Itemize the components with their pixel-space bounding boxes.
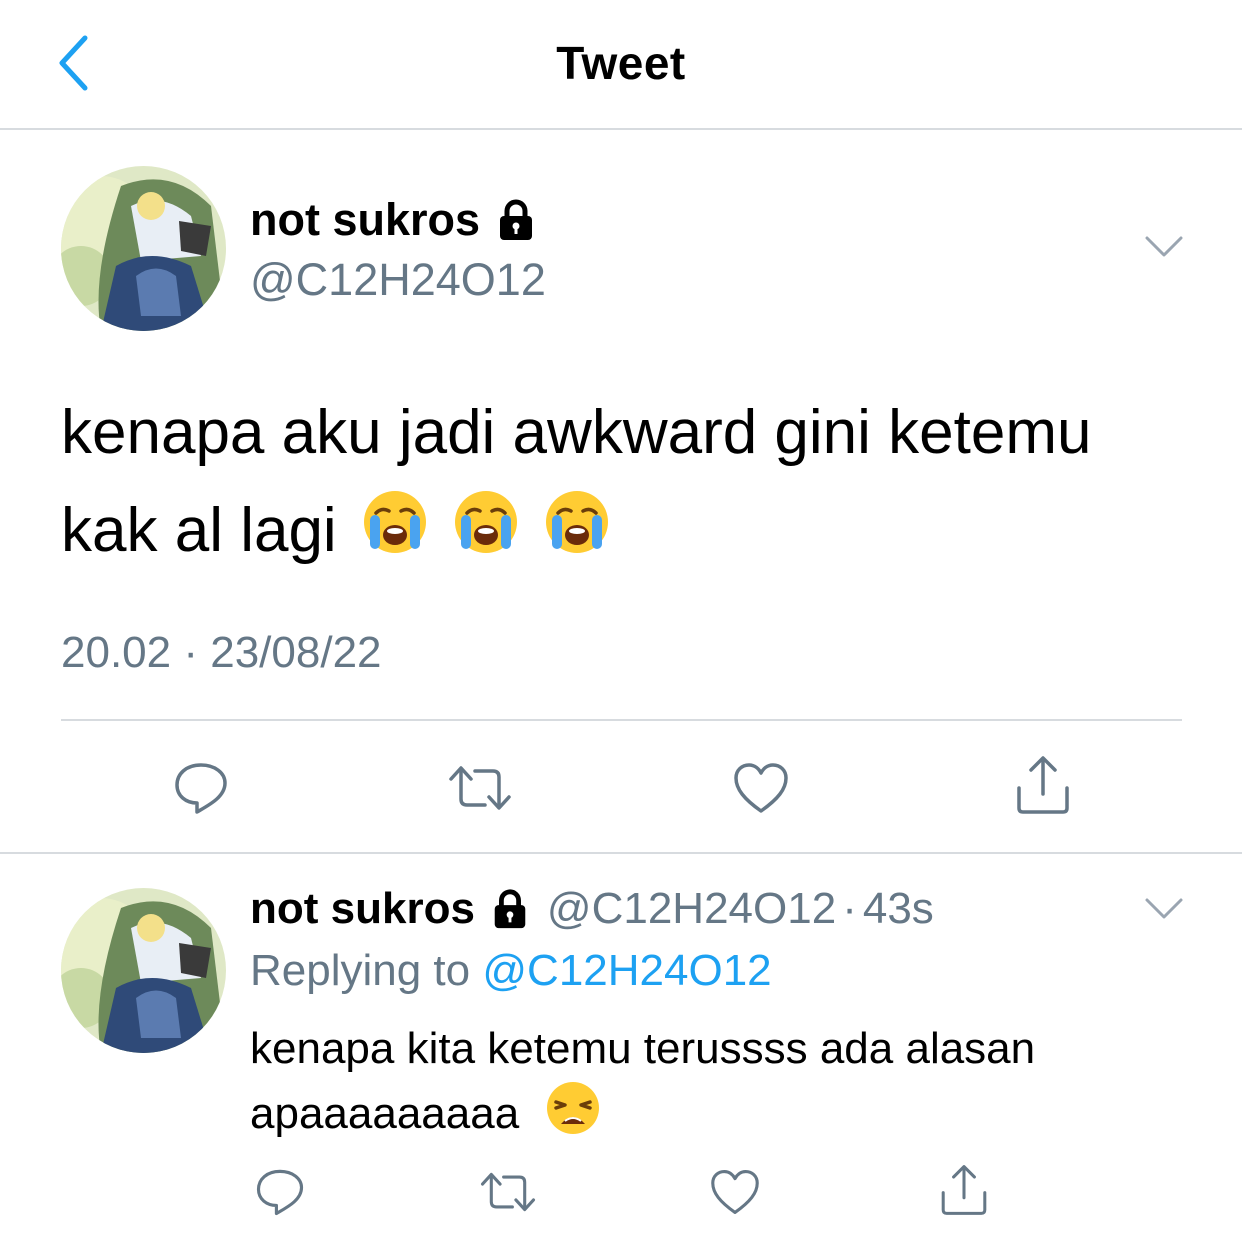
- share-icon: [1017, 756, 1069, 814]
- username[interactable]: @C12H24O12: [250, 254, 546, 306]
- like-button[interactable]: [705, 1162, 765, 1222]
- share-icon: [941, 1165, 987, 1215]
- reply-icon: [256, 1169, 304, 1216]
- share-button[interactable]: [934, 1160, 994, 1220]
- top-bar: Tweet: [0, 0, 1242, 130]
- crying-face-icon: [362, 486, 428, 584]
- replying-to: Replying to @C12H24O12: [250, 946, 772, 995]
- avatar[interactable]: [61, 166, 226, 331]
- like-icon: [734, 763, 788, 813]
- retweet-icon: [480, 1172, 536, 1212]
- crying-face-icon: [544, 486, 610, 584]
- reply-icon: [175, 763, 227, 814]
- reply-button[interactable]: [250, 1162, 310, 1222]
- crying-face-icon: [453, 486, 519, 584]
- replying-to-link[interactable]: @C12H24O12: [482, 946, 771, 995]
- tweet-text: kenapa aku jadi awkward gini ketemu kak …: [61, 384, 1201, 584]
- reply-header: not sukros @C12H24O12 · 43s: [250, 884, 934, 934]
- divider: [61, 719, 1182, 721]
- page-title: Tweet: [556, 37, 686, 89]
- lock-icon: [489, 888, 531, 930]
- lock-icon: [494, 198, 538, 242]
- divider: [0, 852, 1242, 854]
- retweet-button[interactable]: [447, 755, 513, 821]
- display-name[interactable]: not sukros: [250, 194, 538, 246]
- like-button[interactable]: [728, 755, 794, 821]
- username[interactable]: @C12H24O12: [547, 884, 836, 934]
- weary-face-icon: [545, 1080, 601, 1153]
- chevron-down-icon: [1145, 898, 1183, 919]
- retweet-icon: [449, 766, 511, 810]
- more-options-button[interactable]: [1144, 896, 1184, 927]
- like-icon: [711, 1170, 759, 1214]
- reply-button[interactable]: [168, 755, 234, 821]
- share-button[interactable]: [1010, 752, 1076, 818]
- tweet-timestamp: 20.02 · 23/08/22: [61, 628, 382, 677]
- avatar[interactable]: [61, 888, 226, 1053]
- tweet-age: 43s: [862, 884, 934, 933]
- reply-text: kenapa kita ketemu terussss ada alasan a…: [250, 1018, 1200, 1153]
- chevron-down-icon: [1145, 236, 1183, 257]
- retweet-button[interactable]: [478, 1162, 538, 1222]
- more-options-button[interactable]: [1144, 234, 1184, 265]
- display-name[interactable]: not sukros: [250, 884, 475, 934]
